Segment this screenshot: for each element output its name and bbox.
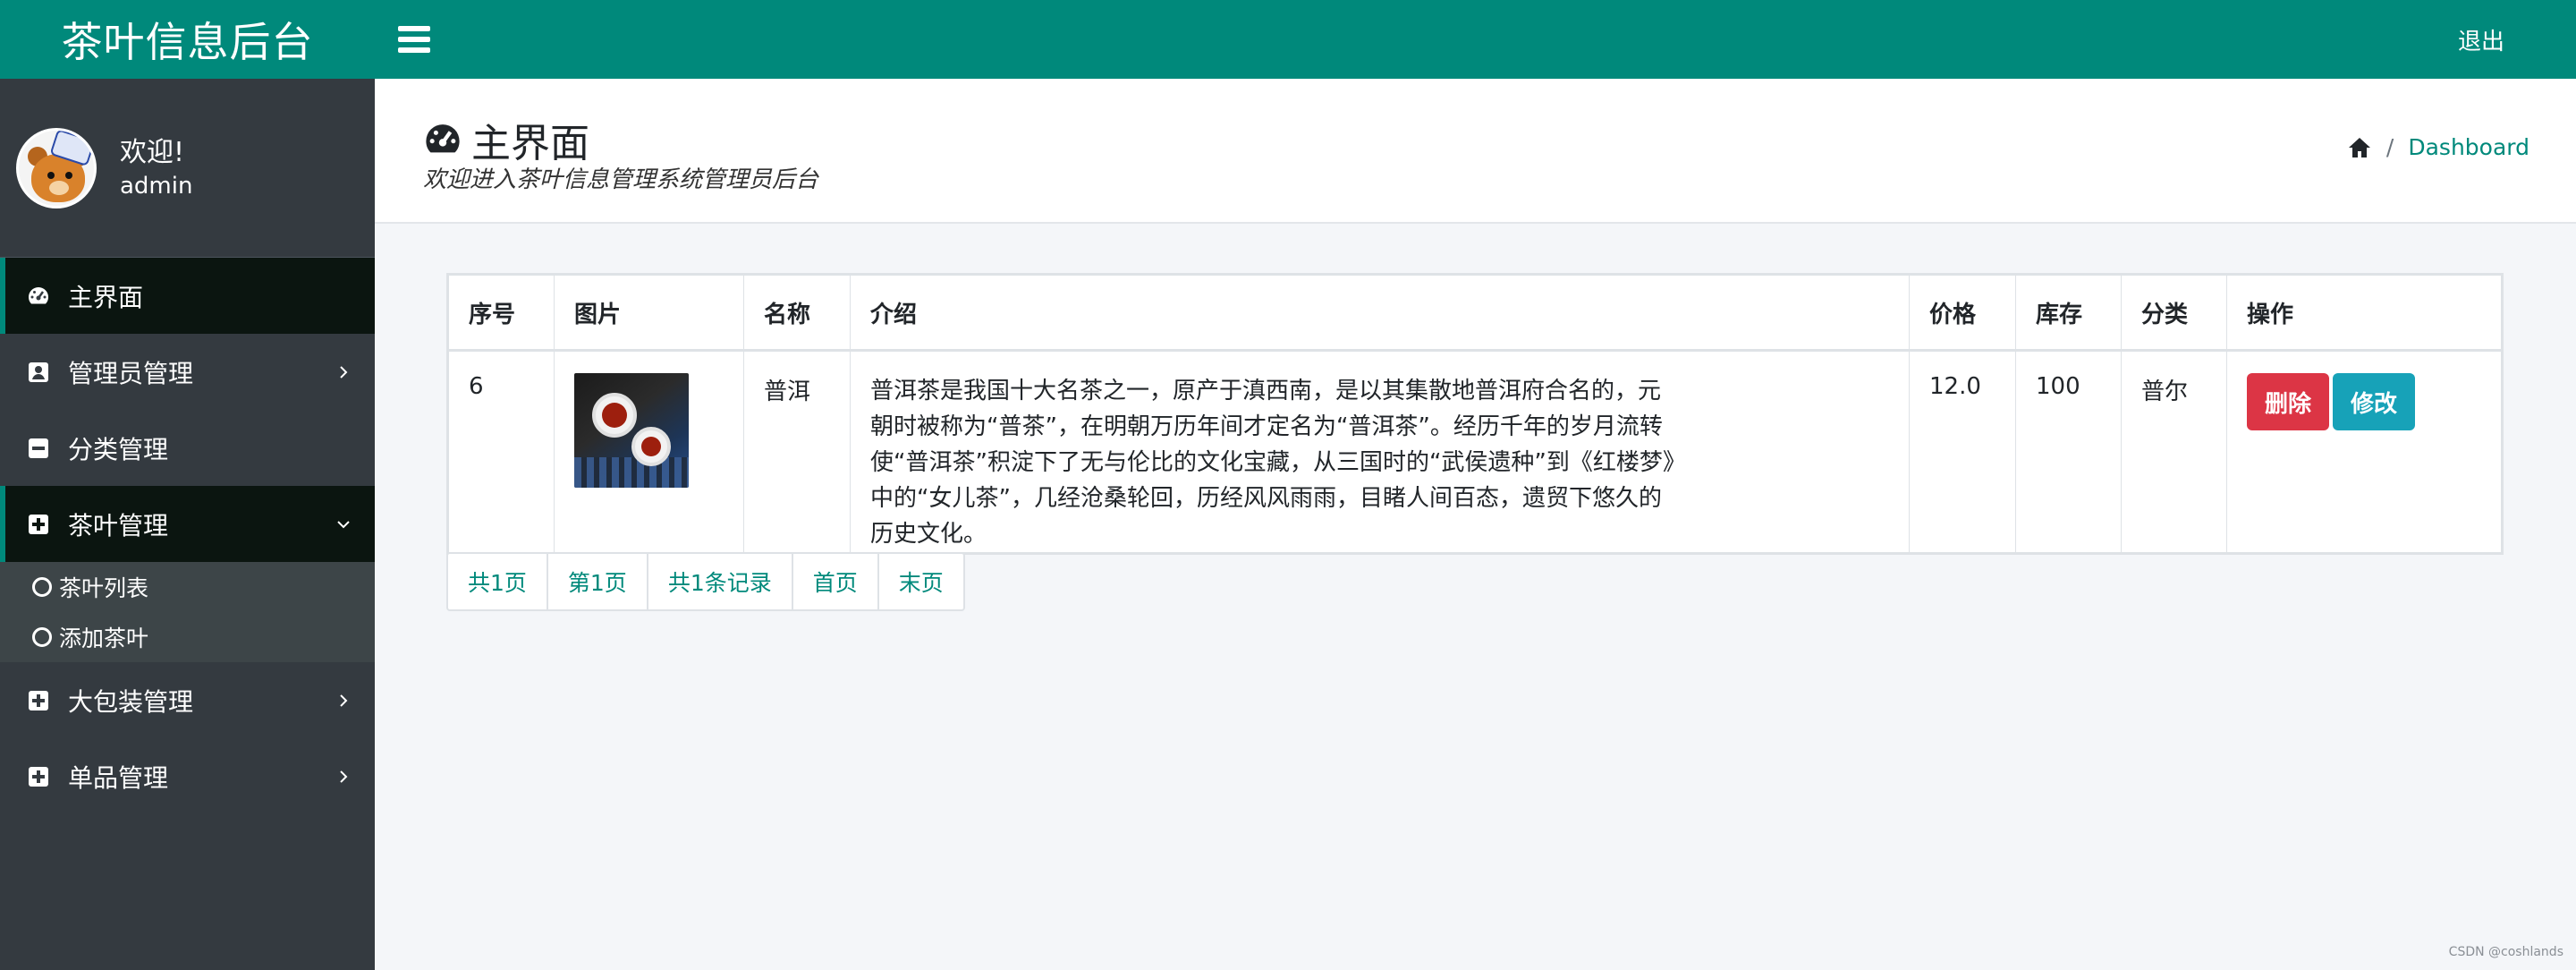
sidebar-subitem-add-tea[interactable]: 添加茶叶: [0, 612, 375, 662]
chevron-down-icon: [337, 520, 350, 528]
cell-stock: 100: [2015, 350, 2122, 553]
tea-cup: [631, 427, 671, 466]
column-header-id: 序号: [448, 275, 555, 352]
cell-description: 普洱茶是我国十大名茶之一，原产于滇西南，是以其集散地普洱府合名的，元朝时被称为“…: [850, 350, 1910, 553]
table-header: 序号 图片 名称 介绍 价格 库存 分类 操作: [448, 275, 2502, 352]
chevron-right-icon: [340, 693, 348, 707]
tea-cup: [592, 393, 637, 438]
sidebar-nav: 主界面 管理员管理 分类管理 茶叶管理 茶叶列表 添加茶叶 大包装管理 单品管理: [0, 258, 375, 814]
tea-submenu: 茶叶列表 添加茶叶: [0, 562, 375, 662]
bear-eye-right: [65, 171, 72, 179]
user-panel: 欢迎! admin: [0, 79, 375, 258]
column-header-description: 介绍: [850, 275, 1910, 352]
cell-price: 12.0: [1909, 350, 2016, 553]
content-header: 主界面 欢迎进入茶叶信息管理系统管理员后台 / Dashboard: [375, 79, 2576, 224]
cell-id: 6: [448, 350, 555, 553]
sidebar-item-label: 大包装管理: [68, 686, 194, 717]
edit-button[interactable]: 修改: [2333, 373, 2416, 430]
watermark: CSDN @coshlands: [2448, 945, 2563, 959]
column-header-actions: 操作: [2226, 275, 2502, 352]
dashboard-icon: [27, 285, 50, 308]
page-title: 主界面: [423, 111, 589, 168]
pagination-total-records[interactable]: 共1条记录: [646, 554, 792, 609]
logout-link[interactable]: 退出: [2458, 0, 2504, 79]
pagination-total-pages[interactable]: 共1页: [448, 554, 547, 609]
sidebar-item-label: 分类管理: [68, 434, 169, 464]
chevron-right-icon: [340, 770, 348, 783]
cell-actions: 删除 修改: [2226, 350, 2502, 553]
column-header-category: 分类: [2121, 275, 2227, 352]
column-header-stock: 库存: [2015, 275, 2122, 352]
sidebar-subitem-label: 茶叶列表: [59, 575, 149, 601]
tea-table: 序号 图片 名称 介绍 价格 库存 分类 操作 6 普洱 普洱茶是我国十大名茶之…: [448, 275, 2502, 553]
bear-muzzle: [49, 180, 69, 195]
minus-square-icon: [27, 437, 50, 460]
breadcrumb-dashboard[interactable]: Dashboard: [2408, 134, 2529, 160]
welcome-text: 欢迎!: [120, 136, 185, 168]
dashboard-icon: [426, 124, 460, 153]
page-subtitle: 欢迎进入茶叶信息管理系统管理员后台: [423, 166, 819, 193]
user-info: 欢迎! admin: [120, 135, 192, 201]
column-header-name: 名称: [743, 275, 851, 352]
plus-square-icon: [27, 689, 50, 712]
sidebar-item-single-item-management[interactable]: 单品管理: [0, 738, 375, 814]
sidebar-subitem-tea-list[interactable]: 茶叶列表: [0, 562, 375, 612]
sidebar-item-category-management[interactable]: 分类管理: [0, 410, 375, 486]
sidebar-item-admin-management[interactable]: 管理员管理: [0, 334, 375, 410]
pagination-first-page[interactable]: 首页: [791, 554, 877, 609]
breadcrumb: / Dashboard: [2347, 134, 2529, 160]
pagination-last-page[interactable]: 末页: [877, 554, 963, 609]
sidebar-item-label: 管理员管理: [68, 358, 194, 388]
delete-button[interactable]: 删除: [2247, 373, 2330, 430]
column-header-price: 价格: [1909, 275, 2016, 352]
chevron-right-icon: [340, 365, 348, 379]
description-text: 普洱茶是我国十大名茶之一，原产于滇西南，是以其集散地普洱府合名的，元朝时被称为“…: [870, 378, 1674, 548]
cell-name: 普洱: [743, 350, 851, 553]
user-name: admin: [120, 172, 193, 200]
sidebar-item-tea-management[interactable]: 茶叶管理: [0, 486, 375, 562]
sidebar-subitem-label: 添加茶叶: [59, 625, 149, 651]
circle-icon: [32, 627, 52, 647]
pagination-current-page[interactable]: 第1页: [546, 554, 647, 609]
hamburger-line: [398, 47, 430, 53]
hamburger-line: [398, 26, 430, 31]
tea-table-container: 序号 图片 名称 介绍 价格 库存 分类 操作 6 普洱 普洱茶是我国十大名茶之…: [446, 273, 2504, 555]
plus-square-icon: [27, 765, 50, 788]
app-root: 茶叶信息后台 欢迎! admin 主界面 管理员管理 分类管理 茶叶管理 茶叶列…: [0, 0, 2576, 970]
tea-mat: [574, 457, 689, 488]
sidebar-item-dashboard[interactable]: 主界面: [0, 258, 375, 334]
table-header-row: 序号 图片 名称 介绍 价格 库存 分类 操作: [448, 275, 2502, 352]
avatar[interactable]: [16, 127, 97, 208]
sidebar-item-label: 主界面: [68, 282, 144, 312]
column-header-image: 图片: [554, 275, 744, 352]
plus-square-icon: [27, 513, 50, 536]
home-icon[interactable]: [2347, 136, 2372, 159]
sidebar-item-label: 单品管理: [68, 762, 169, 793]
table-row: 6 普洱 普洱茶是我国十大名茶之一，原产于滇西南，是以其集散地普洱府合名的，元朝…: [448, 350, 2502, 553]
brand-title[interactable]: 茶叶信息后台: [0, 0, 375, 79]
tea-thumbnail: [574, 373, 689, 488]
hamburger-line: [398, 37, 430, 42]
user-box-icon: [27, 361, 50, 384]
pagination: 共1页 第1页 共1条记录 首页 末页: [446, 552, 965, 611]
cell-category: 普尔: [2121, 350, 2227, 553]
sidebar: 茶叶信息后台 欢迎! admin 主界面 管理员管理 分类管理 茶叶管理 茶叶列…: [0, 0, 375, 970]
circle-icon: [32, 577, 52, 597]
hamburger-menu-icon[interactable]: [398, 26, 430, 53]
bear-eye-left: [47, 171, 55, 179]
table-body: 6 普洱 普洱茶是我国十大名茶之一，原产于滇西南，是以其集散地普洱府合名的，元朝…: [448, 350, 2502, 553]
sidebar-item-bulk-package-management[interactable]: 大包装管理: [0, 662, 375, 738]
page-title-text: 主界面: [471, 121, 589, 166]
cell-image: [554, 350, 744, 553]
sidebar-item-label: 茶叶管理: [68, 510, 169, 540]
breadcrumb-separator: /: [2385, 134, 2394, 160]
topbar: 退出: [375, 0, 2576, 79]
